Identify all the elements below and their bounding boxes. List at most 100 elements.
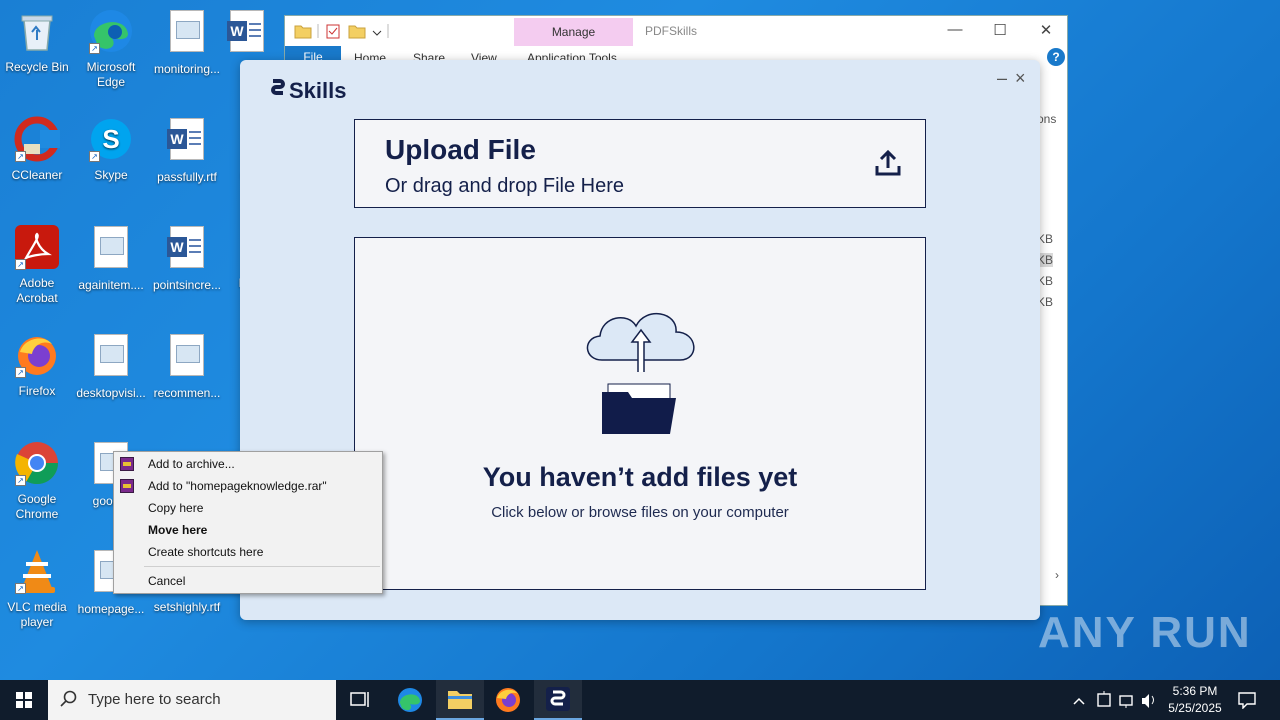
desktop-icon-monitoring[interactable]: monitoring... (150, 8, 224, 77)
notification-icon (1238, 692, 1256, 709)
file-explorer-icon (448, 691, 472, 709)
taskbar: Type here to search 5:36 PM 5/25/2025 (0, 680, 1280, 720)
menu-separator (144, 566, 380, 567)
desktop-icon-passfully[interactable]: W passfully.rtf (150, 116, 224, 185)
tab-manage[interactable]: Manage (514, 18, 633, 46)
desktop-icon-label: againitem.... (78, 278, 144, 292)
firefox-icon (496, 688, 520, 712)
menu-item-move-here[interactable]: Move here (114, 519, 382, 541)
upload-title: Upload File (385, 134, 536, 165)
shortcut-arrow-icon: ↗ (15, 475, 26, 486)
search-placeholder: Type here to search (88, 691, 221, 708)
brand-name: Skills (289, 78, 347, 103)
desktop-icon-google-chrome[interactable]: ↗ Google Chrome (0, 440, 74, 522)
desktop-icon-label: pointsincre... (152, 278, 222, 292)
menu-item-add-to-archive[interactable]: Add to archive... (114, 453, 382, 475)
quick-access-toolbar[interactable] (293, 22, 389, 43)
ccleaner-icon: ↗ (14, 116, 60, 162)
skills-logo-icon (269, 78, 287, 104)
taskbar-edge[interactable] (386, 680, 434, 720)
shortcut-arrow-icon: ↗ (15, 259, 26, 270)
app-close-button[interactable]: × (1015, 68, 1026, 89)
menu-item-label: Copy here (148, 501, 204, 515)
taskbar-search-box[interactable]: Type here to search (48, 680, 336, 720)
task-view-icon (350, 692, 369, 707)
desktop-icon-label: Google Chrome (15, 492, 59, 521)
empty-state-heading: You haven’t add files yet (482, 462, 798, 492)
action-center-button[interactable] (1224, 680, 1270, 720)
menu-item-copy-here[interactable]: Copy here (114, 497, 382, 519)
watermark-text: ANY RUN (1038, 608, 1252, 657)
tray-icons (1073, 691, 1154, 708)
scroll-right-icon[interactable]: › (1055, 568, 1059, 582)
maximize-button[interactable]: ☐ (990, 21, 1010, 39)
windows-logo-icon (16, 692, 32, 708)
desktop-icon-againitem[interactable]: againitem.... (74, 224, 148, 293)
chrome-icon: ↗ (14, 440, 60, 486)
menu-item-create-shortcuts[interactable]: Create shortcuts here (114, 541, 382, 563)
desktop-icon-recycle-bin[interactable]: Recycle Bin (0, 8, 74, 75)
menu-item-label: Add to "homepageknowledge.rar" (148, 479, 327, 493)
clock-date: 5/25/2025 (1168, 701, 1222, 715)
desktop-icon-vlc[interactable]: ↗ VLC media player (0, 548, 74, 630)
desktop-icon-label: Firefox (18, 384, 56, 398)
close-button[interactable]: ✕ (1036, 21, 1056, 39)
desktop-icon-firefox[interactable]: ↗ Firefox (0, 332, 74, 399)
upload-file-button[interactable]: Upload File Or drag and drop File Here (354, 119, 926, 208)
desktop-icon-label: CCleaner (11, 168, 63, 182)
image-file-icon (164, 10, 210, 56)
desktop-icon-ccleaner[interactable]: ↗ CCleaner (0, 116, 74, 183)
word-document-icon: W (164, 226, 210, 272)
menu-item-label: Create shortcuts here (148, 545, 264, 559)
task-view-button[interactable] (336, 680, 384, 720)
word-document-icon: W (224, 10, 270, 56)
edge-icon: ↗ (88, 8, 134, 54)
taskbar-file-explorer[interactable] (436, 680, 484, 720)
cloud-upload-folder-icon (580, 302, 702, 438)
desktop-icon-label: VLC media player (7, 600, 67, 629)
winrar-icon (120, 479, 134, 493)
desktop-icon-desktopvisi[interactable]: desktopvisi... (74, 332, 148, 401)
file-drop-zone[interactable]: You haven’t add files yet Click below or… (354, 237, 926, 590)
window-title: PDFSkills (645, 24, 698, 38)
desktop-icon-label: Microsoft Edge (86, 60, 136, 89)
firefox-icon: ↗ (14, 332, 60, 378)
minimize-button[interactable]: — (945, 21, 965, 38)
recycle-bin-icon (14, 8, 60, 54)
shortcut-arrow-icon: ↗ (89, 43, 100, 54)
start-button[interactable] (0, 680, 48, 720)
image-file-icon (164, 334, 210, 380)
menu-item-cancel[interactable]: Cancel (114, 570, 382, 592)
skype-icon: S ↗ (88, 116, 134, 162)
desktop-icon-adobe-acrobat[interactable]: ↗ Adobe Acrobat (0, 224, 74, 306)
desktop-icon-label: monitoring... (153, 62, 221, 76)
winrar-icon (120, 457, 134, 471)
taskbar-clock[interactable]: 5:36 PM 5/25/2025 (1160, 683, 1230, 717)
desktop-icon-label: recommen... (153, 386, 221, 400)
shortcut-arrow-icon: ↗ (15, 583, 26, 594)
upload-icon (873, 148, 903, 178)
taskbar-pdfskills[interactable] (534, 680, 582, 720)
image-file-icon (88, 226, 134, 272)
explorer-titlebar: Manage PDFSkills — ☐ ✕ (285, 16, 1067, 46)
desktop-icon-label: Adobe Acrobat (16, 276, 58, 305)
taskbar-firefox[interactable] (484, 680, 532, 720)
search-icon (60, 690, 77, 707)
desktop-icon-label: passfully.rtf (157, 170, 217, 184)
svg-text:S: S (102, 124, 119, 154)
image-file-icon (88, 334, 134, 380)
app-minimize-button[interactable]: – (997, 68, 1007, 89)
desktop-icon-pointsincre[interactable]: W pointsincre... (150, 224, 224, 293)
adobe-acrobat-icon: ↗ (14, 224, 60, 270)
folder-icon (294, 24, 389, 39)
desktop-icon-skype[interactable]: S ↗ Skype (74, 116, 148, 183)
desktop-icon-label: Skype (94, 168, 128, 182)
desktop-icon-edge[interactable]: ↗ Microsoft Edge (74, 8, 148, 90)
shortcut-arrow-icon: ↗ (15, 151, 26, 162)
desktop-icon-recommen[interactable]: recommen... (150, 332, 224, 401)
desktop-icon-label: setshighly.rtf (153, 600, 221, 614)
help-icon[interactable]: ? (1047, 48, 1065, 66)
menu-item-add-to-rar[interactable]: Add to "homepageknowledge.rar" (114, 475, 382, 497)
desktop-icon-label: desktopvisi... (76, 386, 146, 400)
desktop-icon-label: homepage... (77, 602, 145, 616)
